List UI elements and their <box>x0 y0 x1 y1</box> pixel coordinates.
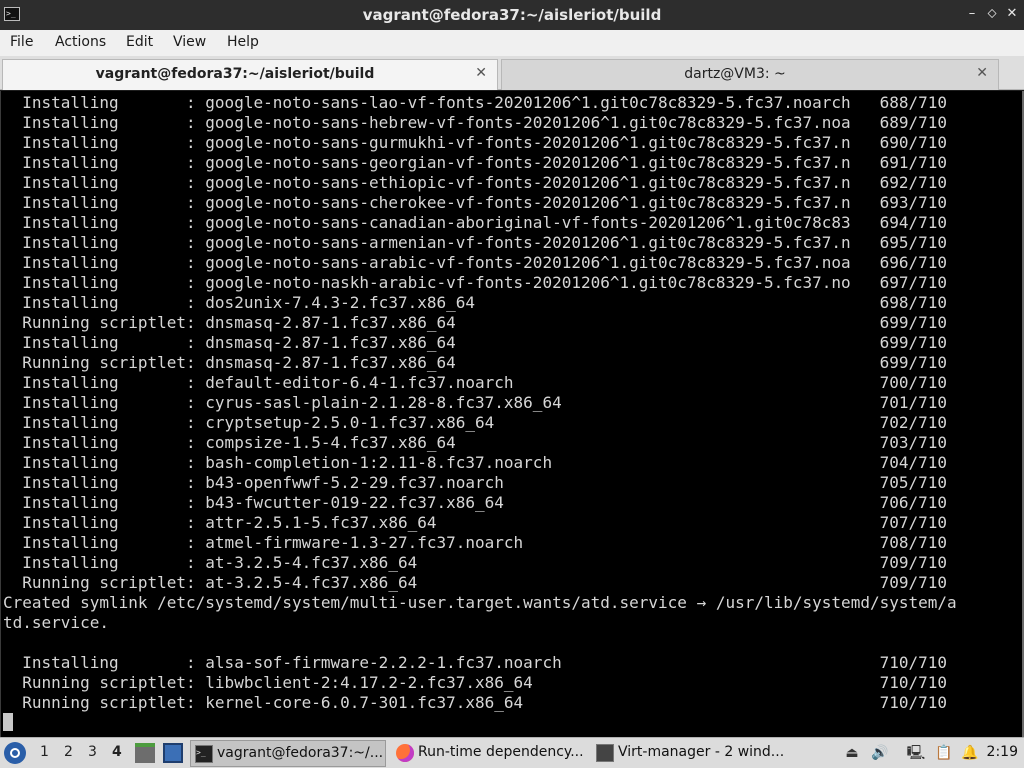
close-window-button[interactable]: ✕ <box>1003 5 1021 23</box>
notification-icon[interactable]: 🔔 <box>960 743 980 763</box>
task-label: vagrant@fedora37:~/... <box>217 745 384 761</box>
terminal-icon: >_ <box>195 745 213 763</box>
terminal-line: Installing : dos2unix-7.4.3-2.fc37.x86_6… <box>3 293 948 312</box>
minimize-button[interactable]: – <box>963 5 981 23</box>
task-label: Run-time dependency... <box>418 744 584 760</box>
window-title: vagrant@fedora37:~/aisleriot/build <box>362 6 662 24</box>
workspace-3[interactable]: 3 <box>88 744 97 760</box>
task-firefox[interactable]: Run-time dependency... <box>392 740 588 767</box>
workspace-1[interactable]: 1 <box>40 744 49 760</box>
terminal-line: Installing : bash-completion-1:2.11-8.fc… <box>3 453 948 472</box>
terminal-line: td.service. <box>3 613 109 632</box>
show-desktop-icon[interactable] <box>163 743 183 763</box>
terminal-line: Installing : google-noto-sans-gurmukhi-v… <box>3 133 948 152</box>
taskbar: 1 2 3 4 >_ vagrant@fedora37:~/... Run-ti… <box>0 737 1024 768</box>
task-label: Virt-manager - 2 wind... <box>618 744 785 760</box>
firefox-icon <box>396 744 414 762</box>
terminal-line: Installing : google-noto-naskh-arabic-vf… <box>3 273 948 292</box>
eject-icon[interactable]: ⏏ <box>842 743 862 763</box>
task-terminal[interactable]: >_ vagrant@fedora37:~/... <box>190 740 386 767</box>
terminal-line: Installing : cyrus-sasl-plain-2.1.28-8.f… <box>3 393 948 412</box>
clipboard-icon[interactable]: 📋 <box>934 743 954 763</box>
tab-label: vagrant@fedora37:~/aisleriot/build <box>95 66 375 82</box>
terminal-line: Installing : google-noto-sans-arabic-vf-… <box>3 253 948 272</box>
terminal-line: Running scriptlet: at-3.2.5-4.fc37.x86_6… <box>3 573 948 592</box>
terminal-line: Running scriptlet: libwbclient-2:4.17.2-… <box>3 673 948 692</box>
terminal-line: Installing : b43-openfwwf-5.2-29.fc37.no… <box>3 473 948 492</box>
terminal-cursor <box>3 713 13 731</box>
menu-actions[interactable]: Actions <box>55 34 106 50</box>
tab-bar: vagrant@fedora37:~/aisleriot/build ✕ dar… <box>0 56 1024 90</box>
terminal-line: Installing : google-noto-sans-armenian-v… <box>3 233 948 252</box>
terminal-line: Installing : google-noto-sans-ethiopic-v… <box>3 173 948 192</box>
terminal-line: Running scriptlet: dnsmasq-2.87-1.fc37.x… <box>3 353 948 372</box>
tab-close-button[interactable]: ✕ <box>976 65 988 81</box>
menu-view[interactable]: View <box>173 34 206 50</box>
terminal-line: Installing : at-3.2.5-4.fc37.x86_64 709/… <box>3 553 948 572</box>
tab-vagrant-fedora37[interactable]: vagrant@fedora37:~/aisleriot/build ✕ <box>2 59 498 90</box>
window-titlebar: >_ vagrant@fedora37:~/aisleriot/build – … <box>0 0 1024 30</box>
terminal-line: Installing : default-editor-6.4-1.fc37.n… <box>3 373 948 392</box>
terminal-line: Running scriptlet: kernel-core-6.0.7-301… <box>3 693 948 712</box>
terminal-line: Installing : google-noto-sans-canadian-a… <box>3 213 948 232</box>
start-menu-icon[interactable] <box>4 742 26 764</box>
terminal-line: Installing : google-noto-sans-hebrew-vf-… <box>3 113 948 132</box>
terminal-line: Installing : cryptsetup-2.5.0-1.fc37.x86… <box>3 413 948 432</box>
terminal-line: Running scriptlet: dnsmasq-2.87-1.fc37.x… <box>3 313 948 332</box>
virt-manager-icon <box>596 744 614 762</box>
task-virt-manager[interactable]: Virt-manager - 2 wind... <box>592 740 788 767</box>
terminal-line: Installing : google-noto-sans-cherokee-v… <box>3 193 948 212</box>
tab-label: dartz@VM3: ~ <box>684 66 786 82</box>
terminal-line: Installing : b43-fwcutter-019-22.fc37.x8… <box>3 493 948 512</box>
workspace-2[interactable]: 2 <box>64 744 73 760</box>
terminal-line: Installing : atmel-firmware-1.3-27.fc37.… <box>3 533 948 552</box>
terminal-line: Installing : attr-2.5.1-5.fc37.x86_64 70… <box>3 513 948 532</box>
menu-edit[interactable]: Edit <box>126 34 153 50</box>
tab-close-button[interactable]: ✕ <box>475 65 487 81</box>
maximize-button[interactable]: ⬦ <box>983 5 1001 23</box>
terminal-line: Installing : google-noto-sans-georgian-v… <box>3 153 948 172</box>
terminal-line: Installing : alsa-sof-firmware-2.2.2-1.f… <box>3 653 948 672</box>
volume-icon[interactable]: 🔊 <box>870 743 890 763</box>
workspace-4[interactable]: 4 <box>112 744 122 760</box>
network-icon[interactable]: 🖳 <box>906 743 926 763</box>
terminal-line: Created symlink /etc/systemd/system/mult… <box>3 593 957 612</box>
file-manager-icon[interactable] <box>135 743 155 763</box>
terminal-output[interactable]: Installing : google-noto-sans-lao-vf-fon… <box>0 91 1022 737</box>
menu-help[interactable]: Help <box>227 34 259 50</box>
clock: 2:19 <box>986 744 1018 760</box>
terminal-line: Installing : dnsmasq-2.87-1.fc37.x86_64 … <box>3 333 948 352</box>
terminal-line: Installing : google-noto-sans-lao-vf-fon… <box>3 93 948 112</box>
menu-file[interactable]: File <box>10 34 33 50</box>
tab-dartz-vm3[interactable]: dartz@VM3: ~ ✕ <box>501 59 999 90</box>
menu-bar: File Actions Edit View Help <box>0 30 1024 56</box>
terminal-line: Installing : compsize-1.5-4.fc37.x86_64 … <box>3 433 948 452</box>
